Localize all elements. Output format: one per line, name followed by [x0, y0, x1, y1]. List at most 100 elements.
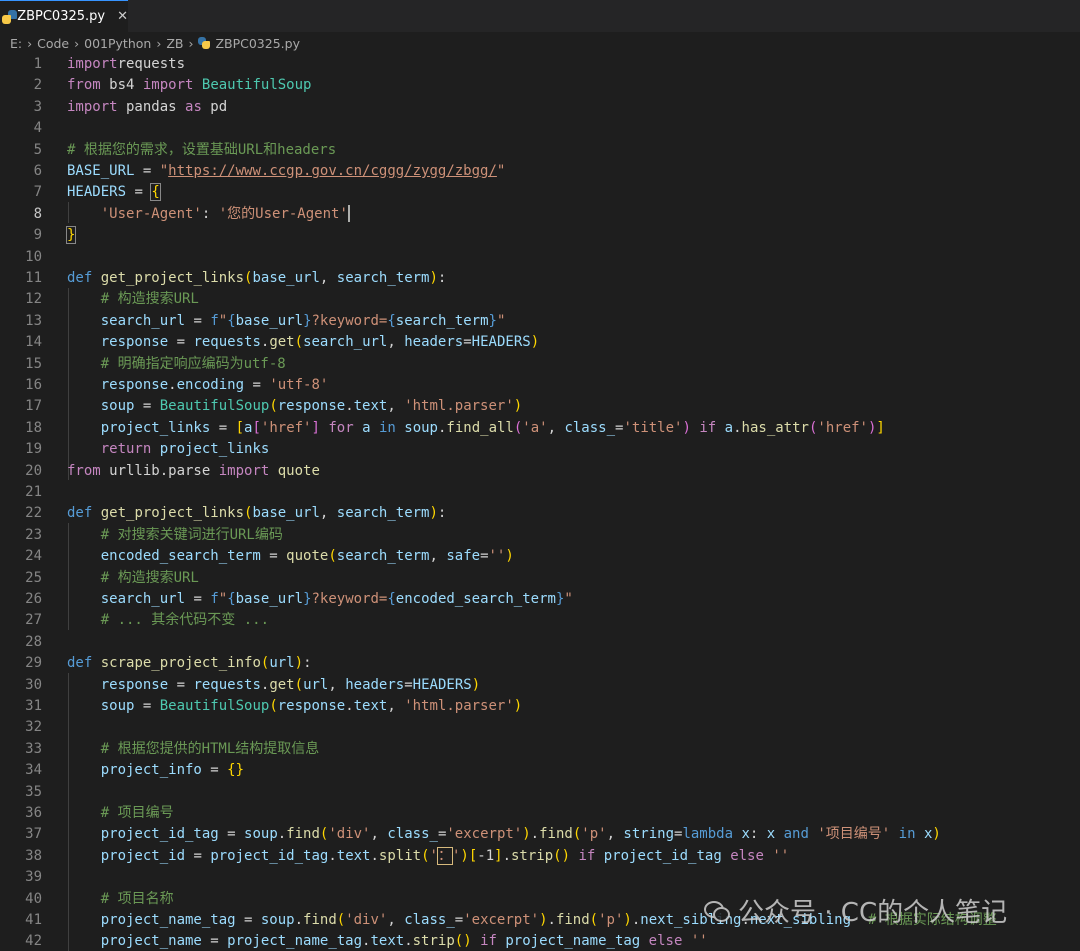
line-number: 38 [25, 847, 42, 864]
code-line[interactable]: 27 # ... 其余代码不变 ... [0, 610, 1080, 631]
code-line[interactable]: 10 [0, 247, 1080, 268]
code-line[interactable]: 36 # 项目编号 [0, 803, 1080, 824]
code-token: 'p' [598, 912, 624, 928]
code-line[interactable]: 32 [0, 717, 1080, 738]
code-token: ) [522, 826, 531, 843]
code-line[interactable]: 33 # 根据您提供的HTML结构提取信息 [0, 739, 1080, 760]
code-line[interactable]: 30 response = requests.get(url, headers=… [0, 675, 1080, 696]
code-token: from [67, 77, 101, 94]
code-line[interactable]: 26 search_url = f"{base_url}?keyword={en… [0, 589, 1080, 610]
code-editor[interactable]: 1 importrequests 2 from bs4 import Beautifu… [0, 53, 1080, 951]
code-token: soup [244, 826, 278, 843]
code-token: . [733, 419, 742, 436]
code-token: quote [286, 548, 329, 565]
code-line[interactable]: 37 project_id_tag = soup.find('div', cla… [0, 824, 1080, 845]
code-token: . [530, 826, 540, 843]
code-token: bs4 [100, 77, 143, 94]
code-token: # ... 其余代码不变 ... [100, 612, 270, 629]
breadcrumb-code[interactable]: Code [37, 36, 69, 51]
close-icon[interactable]: ✕ [117, 9, 128, 24]
code-line[interactable]: 31 soup = BeautifulSoup(response.text, '… [0, 696, 1080, 717]
code-line[interactable]: 18 project_links = [a['href'] for a in s… [0, 418, 1080, 439]
code-token: in [378, 419, 396, 436]
breadcrumb-001python[interactable]: 001Python [84, 36, 151, 51]
wechat-icon [704, 899, 730, 922]
code-line[interactable]: 13 search_url = f"{base_url}?keyword={se… [0, 311, 1080, 332]
code-token: ?keyword= [311, 591, 388, 607]
code-line[interactable]: 17 soup = BeautifulSoup(response.text, '… [0, 396, 1080, 417]
code-token: soup [260, 912, 295, 928]
code-line[interactable]: 20 from urllib.parse import quote [0, 461, 1080, 482]
code-line[interactable]: 39 [0, 867, 1080, 888]
code-token: strip [511, 847, 554, 864]
tab-zbpc0325[interactable]: ZBPC0325.py ✕ [0, 0, 128, 32]
code-line[interactable]: 3 import pandas as pd [0, 97, 1080, 118]
code-token: = [201, 762, 228, 779]
tab-label: ZBPC0325.py [17, 9, 106, 24]
code-line[interactable]: 14 response = requests.get(search_url, h… [0, 332, 1080, 353]
code-line[interactable]: 19 return project_links [0, 439, 1080, 460]
code-token: 'excerpt' [446, 826, 523, 843]
breadcrumb-file[interactable]: ZBPC0325.py [215, 36, 300, 51]
code-line[interactable]: 28 [0, 632, 1080, 653]
code-line[interactable]: 2 from bs4 import BeautifulSoup [0, 75, 1080, 96]
code-text: response = requests.get(search_url, head… [67, 332, 539, 353]
code-token: ) [530, 334, 540, 351]
breadcrumb-drive[interactable]: E: [10, 36, 22, 51]
code-line[interactable]: 35 [0, 782, 1080, 803]
code-line[interactable]: 24 encoded_search_term = quote(search_te… [0, 546, 1080, 567]
code-token: . [345, 698, 354, 714]
code-token: if [699, 419, 717, 436]
code-line[interactable]: 5 # 根据您的需求，设置基础URL和headers [0, 140, 1080, 161]
code-line[interactable]: 34 project_info = {} [0, 760, 1080, 781]
code-token: project_links [100, 419, 211, 436]
code-line[interactable]: 21 [0, 482, 1080, 503]
code-line[interactable]: 42 project_name = project_name_tag.text.… [0, 931, 1080, 951]
code-token: = [480, 548, 489, 565]
code-token: in [898, 826, 916, 843]
code-text: project_info = {} [67, 760, 244, 781]
code-line[interactable]: 1 importrequests [0, 54, 1080, 75]
code-token: HEADERS [471, 334, 531, 351]
code-token: = [404, 676, 413, 693]
code-line[interactable]: 4 [0, 118, 1080, 139]
code-line[interactable]: 22 def get_project_links(base_url, search… [0, 503, 1080, 524]
code-token: . [277, 826, 287, 843]
code-token: = [463, 334, 472, 351]
watermark-text: 公众号 · CC的个人笔记 [738, 897, 1008, 928]
code-line[interactable]: 12 # 构造搜索URL [0, 289, 1080, 310]
code-line[interactable]: 23 # 对搜索关键词进行URL编码 [0, 525, 1080, 546]
code-text: from urllib.parse import quote [67, 461, 320, 482]
code-line[interactable]: 15 # 明确指定响应编码为utf-8 [0, 354, 1080, 375]
code-token: } [303, 312, 312, 329]
code-token: . [328, 847, 337, 864]
code-line[interactable]: 9} [0, 225, 1080, 246]
line-number: 10 [25, 248, 42, 265]
code-line[interactable]: 8 'User-Agent': '您的User-Agent' [0, 204, 1080, 225]
code-token: ( [269, 398, 278, 415]
code-token: text [353, 698, 388, 714]
line-number: 26 [25, 591, 42, 607]
code-token: x [741, 826, 750, 843]
code-line[interactable]: 6 BASE_URL = "https://www.ccgp.gov.cn/cgg… [0, 161, 1080, 182]
line-number: 20 [25, 462, 42, 479]
code-line[interactable]: 29 def scrape_project_info(url): [0, 653, 1080, 674]
code-line[interactable]: 11 def get_project_links(base_url, search… [0, 268, 1080, 289]
code-line[interactable]: 7 HEADERS = { [0, 182, 1080, 203]
python-file-icon [198, 37, 211, 49]
code-text: # ... 其余代码不变 ... [67, 610, 269, 631]
code-line[interactable]: 25 # 构造搜索URL [0, 568, 1080, 589]
breadcrumb-zb[interactable]: ZB [166, 36, 183, 51]
code-token: '' [772, 847, 790, 864]
line-number: 27 [25, 612, 42, 629]
code-line[interactable]: 38 project_id = project_id_tag.text.spli… [0, 846, 1080, 867]
code-line[interactable]: 16 response.encoding = 'utf-8' [0, 375, 1080, 396]
code-token: . [370, 847, 379, 864]
line-number: 42 [25, 933, 42, 950]
code-text: def get_project_links(base_url, search_t… [67, 268, 446, 289]
code-token: = [134, 163, 160, 179]
